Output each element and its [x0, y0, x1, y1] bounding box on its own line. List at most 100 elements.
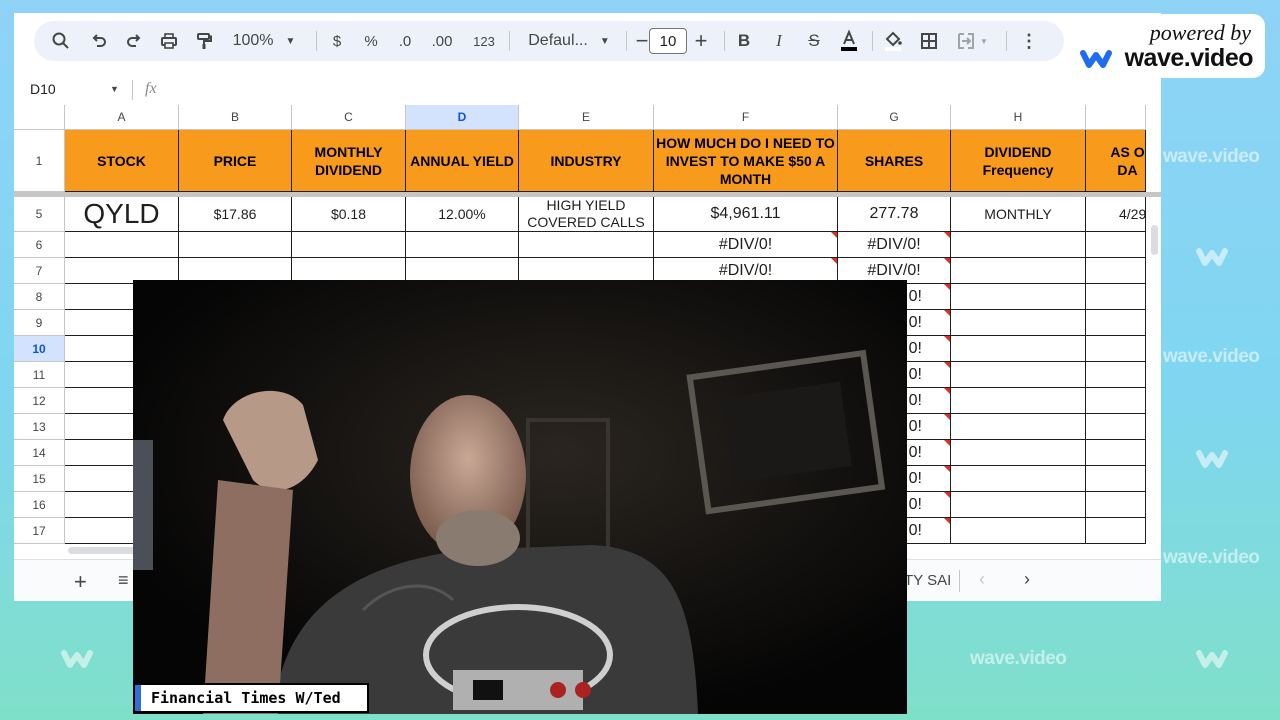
table-cell[interactable] [1086, 518, 1146, 544]
font-select[interactable]: Defaul... ▼ [520, 21, 618, 61]
row-header[interactable]: 1 [14, 130, 65, 192]
row-header[interactable]: 14 [14, 440, 65, 466]
undo-icon[interactable] [84, 21, 114, 61]
table-cell[interactable] [1086, 362, 1146, 388]
decrease-decimal-button[interactable]: .0 [390, 21, 420, 61]
more-options-icon[interactable]: ⋮ [1019, 21, 1039, 61]
font-size-input[interactable]: 10 [649, 28, 687, 54]
table-cell[interactable] [951, 336, 1086, 362]
sheet-tab[interactable]: TY SAI [904, 572, 951, 589]
row-header[interactable]: 12 [14, 388, 65, 414]
table-header-cell[interactable]: AS O DA [1086, 130, 1146, 192]
row-header[interactable]: 10 [14, 336, 65, 362]
add-sheet-button[interactable]: + [74, 569, 87, 595]
table-cell[interactable] [951, 414, 1086, 440]
table-cell[interactable] [179, 232, 292, 258]
bold-button[interactable]: B [731, 21, 757, 61]
price-cell[interactable]: $17.86 [179, 197, 292, 232]
stock-cell[interactable]: QYLD [65, 197, 179, 232]
column-header-c[interactable]: C [292, 105, 406, 130]
as-of-date-cell[interactable]: 4/29 [1086, 197, 1146, 232]
fill-color-icon[interactable] [878, 21, 908, 61]
vertical-scrollbar[interactable] [1149, 225, 1159, 601]
table-header-cell[interactable]: ANNUAL YIELD [406, 130, 519, 192]
shares-cell[interactable]: 277.78 [838, 197, 951, 232]
print-icon[interactable] [154, 21, 184, 61]
industry-cell[interactable]: HIGH YIELD COVERED CALLS [519, 197, 654, 232]
table-cell[interactable] [951, 232, 1086, 258]
table-cell[interactable] [1086, 310, 1146, 336]
table-cell[interactable] [65, 232, 179, 258]
column-header-h[interactable]: H [951, 105, 1086, 130]
scroll-tabs-left-icon[interactable]: ‹ [979, 569, 985, 590]
table-cell[interactable] [1086, 466, 1146, 492]
table-header-cell[interactable]: HOW MUCH DO I NEED TO INVEST TO MAKE $50… [654, 130, 838, 192]
table-header-cell[interactable]: DIVIDEND Frequency [951, 130, 1086, 192]
column-header-e[interactable]: E [519, 105, 654, 130]
search-icon[interactable] [46, 21, 76, 61]
table-cell[interactable] [1086, 440, 1146, 466]
column-header-i[interactable] [1086, 105, 1146, 130]
italic-button[interactable]: I [766, 21, 792, 61]
table-cell[interactable] [951, 284, 1086, 310]
zoom-select[interactable]: 100% ▼ [224, 21, 304, 61]
scroll-tabs-right-icon[interactable]: › [1024, 569, 1030, 590]
table-cell[interactable] [1086, 492, 1146, 518]
column-header-b[interactable]: B [179, 105, 292, 130]
annual-yield-cell[interactable]: 12.00% [406, 197, 519, 232]
row-header[interactable]: 5 [14, 197, 65, 232]
monthly-dividend-cell[interactable]: $0.18 [292, 197, 406, 232]
table-cell[interactable] [1086, 388, 1146, 414]
error-cell[interactable]: #DIV/0! [654, 232, 838, 258]
table-cell[interactable] [951, 492, 1086, 518]
text-color-button[interactable] [834, 21, 864, 61]
table-cell[interactable] [406, 232, 519, 258]
table-header-cell[interactable]: INDUSTRY [519, 130, 654, 192]
select-all-corner[interactable] [14, 105, 65, 130]
table-cell[interactable] [951, 310, 1086, 336]
column-header-g[interactable]: G [838, 105, 951, 130]
row-header[interactable]: 7 [14, 258, 65, 284]
frequency-cell[interactable]: MONTHLY [951, 197, 1086, 232]
table-cell[interactable] [1086, 414, 1146, 440]
all-sheets-icon[interactable]: ≡ [118, 570, 129, 591]
increase-decimal-button[interactable]: .00 [424, 21, 460, 61]
table-cell[interactable] [292, 232, 406, 258]
row-header[interactable]: 15 [14, 466, 65, 492]
error-cell[interactable]: #DIV/0! [838, 232, 951, 258]
table-cell[interactable] [1086, 284, 1146, 310]
row-header[interactable]: 8 [14, 284, 65, 310]
column-header-d[interactable]: D [406, 105, 519, 130]
scrollbar-thumb[interactable] [1151, 225, 1158, 255]
borders-icon[interactable] [914, 21, 944, 61]
table-cell[interactable] [951, 466, 1086, 492]
row-header[interactable]: 17 [14, 518, 65, 544]
currency-format-button[interactable]: $ [324, 21, 350, 61]
table-header-cell[interactable]: STOCK [65, 130, 179, 192]
table-cell[interactable] [519, 232, 654, 258]
increase-font-size-button[interactable]: + [691, 21, 711, 61]
table-cell[interactable] [951, 388, 1086, 414]
number-format-button[interactable]: 123 [466, 21, 502, 61]
redo-icon[interactable] [119, 21, 149, 61]
invest-amount-cell[interactable]: $4,961.11 [654, 197, 838, 232]
merge-cells-icon[interactable]: ▼ [949, 21, 995, 61]
table-cell[interactable] [1086, 232, 1146, 258]
name-box[interactable]: D10 [30, 81, 56, 97]
table-cell[interactable] [1086, 336, 1146, 362]
table-cell[interactable] [951, 258, 1086, 284]
table-cell[interactable] [951, 362, 1086, 388]
row-header[interactable]: 11 [14, 362, 65, 388]
row-header[interactable]: 9 [14, 310, 65, 336]
table-header-cell[interactable]: SHARES [838, 130, 951, 192]
percent-format-button[interactable]: % [358, 21, 384, 61]
row-header[interactable]: 6 [14, 232, 65, 258]
table-cell[interactable] [1086, 258, 1146, 284]
chevron-down-icon[interactable]: ▼ [110, 84, 119, 94]
table-header-cell[interactable]: PRICE [179, 130, 292, 192]
table-cell[interactable] [951, 518, 1086, 544]
table-header-cell[interactable]: MONTHLY DIVIDEND [292, 130, 406, 192]
paint-format-icon[interactable] [189, 21, 219, 61]
column-header-f[interactable]: F [654, 105, 838, 130]
row-header[interactable]: 13 [14, 414, 65, 440]
